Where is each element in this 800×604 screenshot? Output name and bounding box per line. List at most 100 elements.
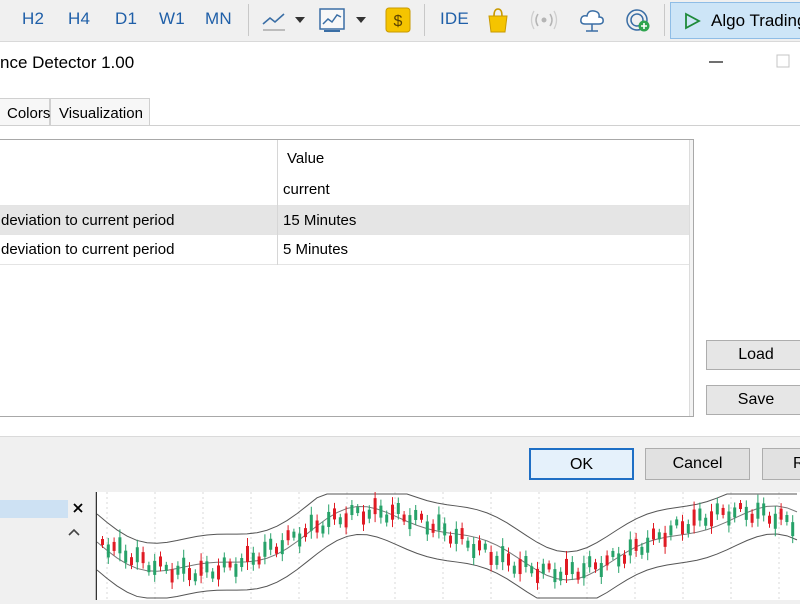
table-row[interactable]: current	[0, 175, 689, 206]
main-toolbar: H2 H4 D1 W1 MN $ IDE Algo Trading	[0, 0, 800, 42]
candle	[414, 504, 418, 525]
candle	[617, 546, 621, 573]
timeframe-d1[interactable]: D1	[115, 9, 137, 29]
candle	[605, 550, 609, 571]
column-divider	[277, 140, 278, 265]
market-bag-icon[interactable]	[484, 6, 512, 34]
dollar-icon[interactable]: $	[384, 6, 412, 34]
candle	[547, 560, 551, 573]
table-row[interactable]: deviation to current period 5 Minutes	[0, 235, 689, 265]
candle	[315, 514, 319, 539]
algo-trading-button[interactable]: Algo Trading	[670, 2, 800, 39]
candle	[298, 527, 302, 554]
ide-button[interactable]: IDE	[440, 9, 469, 29]
save-button[interactable]: Save	[706, 385, 800, 415]
indicators-icon[interactable]	[318, 6, 346, 34]
candle	[628, 531, 632, 564]
table-row[interactable]: deviation to current period 15 Minutes	[0, 206, 689, 235]
candle	[425, 514, 429, 541]
play-icon	[685, 12, 701, 30]
candle	[646, 530, 650, 561]
candle	[744, 500, 748, 527]
vps-icon[interactable]	[624, 6, 652, 34]
toolbar-separator	[248, 4, 249, 36]
candle	[524, 550, 528, 573]
candle	[773, 506, 777, 537]
candle	[768, 511, 771, 528]
reset-button[interactable]: R	[762, 448, 800, 480]
svg-text:$: $	[394, 13, 403, 30]
candle	[362, 505, 365, 532]
candle	[721, 504, 725, 519]
column-header-value: Value	[287, 150, 325, 167]
candle	[402, 511, 406, 526]
candle	[228, 558, 232, 571]
candle	[170, 562, 174, 589]
signal-icon[interactable]	[530, 6, 558, 34]
candle	[408, 508, 412, 537]
load-button[interactable]: Load	[706, 340, 800, 370]
candle	[762, 497, 766, 522]
param-value[interactable]: 15 Minutes	[283, 212, 356, 229]
cancel-button[interactable]: Cancel	[645, 448, 750, 480]
candle	[176, 561, 180, 580]
candle	[443, 517, 447, 542]
panel-header	[0, 500, 68, 518]
candle	[663, 525, 667, 554]
candle	[263, 534, 267, 565]
dialog-title: nce Detector 1.00	[0, 53, 135, 72]
param-name: deviation to current period	[1, 212, 175, 229]
close-icon[interactable]	[72, 502, 84, 514]
chevron-down-icon[interactable]	[355, 16, 367, 24]
tab-divider	[0, 125, 800, 126]
timeframe-w1[interactable]: W1	[159, 9, 185, 29]
tab-visualization[interactable]: Visualization	[50, 98, 150, 126]
candle	[164, 561, 168, 574]
candle	[292, 528, 296, 541]
price-chart[interactable]	[96, 490, 800, 600]
candle	[460, 522, 464, 545]
candle	[710, 503, 713, 534]
chevron-down-icon[interactable]	[294, 16, 306, 24]
candle	[246, 537, 249, 570]
candle	[391, 497, 394, 528]
candle	[153, 553, 157, 582]
ok-button[interactable]: OK	[529, 448, 634, 480]
candle	[750, 509, 754, 528]
candle	[240, 553, 244, 572]
candle	[269, 533, 273, 556]
inputs-grid[interactable]: Value current deviation to current perio…	[0, 139, 694, 417]
candle	[785, 511, 789, 526]
candle	[739, 500, 742, 513]
param-value[interactable]: current	[283, 181, 330, 198]
timeframe-h2[interactable]: H2	[22, 9, 44, 29]
candle	[501, 538, 505, 571]
candle	[193, 569, 197, 586]
line-chart-icon[interactable]	[260, 6, 288, 34]
tab-colors[interactable]: Colors	[0, 98, 50, 126]
timeframe-h4[interactable]: H4	[68, 9, 90, 29]
candle	[211, 568, 215, 583]
candle	[234, 557, 238, 584]
candle	[257, 552, 261, 569]
candle	[692, 501, 696, 534]
param-value[interactable]: 5 Minutes	[283, 241, 348, 258]
minimize-icon[interactable]	[708, 60, 724, 64]
cloud-icon[interactable]	[578, 6, 606, 34]
candle	[420, 510, 423, 523]
candle	[327, 504, 331, 535]
candle	[576, 567, 580, 584]
candle	[135, 539, 139, 570]
candle	[338, 513, 342, 528]
candle	[733, 502, 737, 523]
candle	[559, 567, 563, 586]
candle	[449, 531, 452, 548]
chevron-up-icon[interactable]	[68, 528, 80, 536]
candle	[431, 519, 435, 538]
candle	[147, 561, 151, 576]
maximize-icon[interactable]	[776, 54, 790, 68]
candle	[599, 555, 603, 584]
candle	[321, 521, 325, 538]
timeframe-mn[interactable]: MN	[205, 9, 232, 29]
grid-scrollbar[interactable]	[689, 140, 693, 416]
